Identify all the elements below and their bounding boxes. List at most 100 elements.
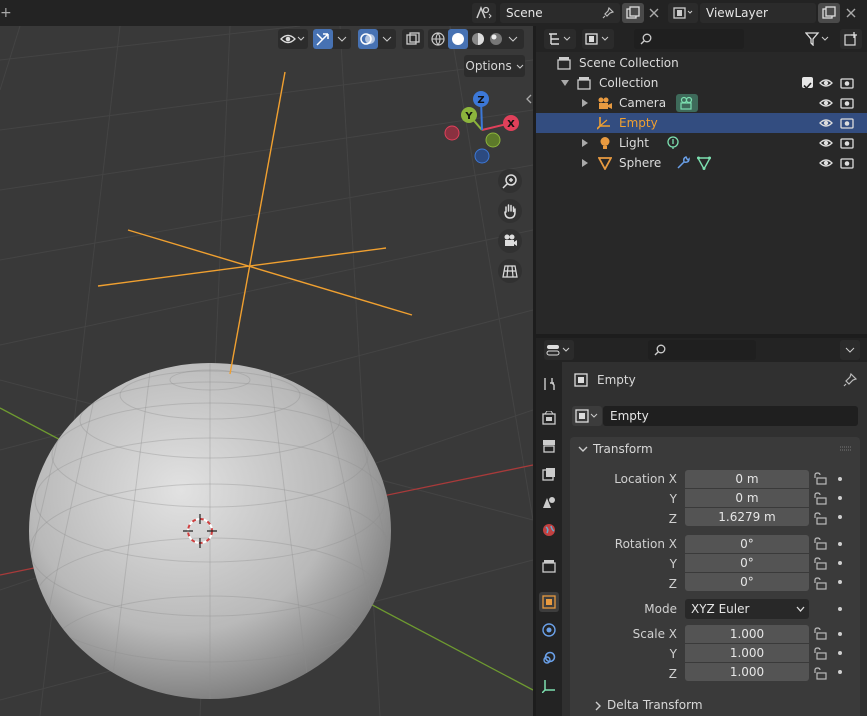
keyframe-dot[interactable] [838, 670, 842, 674]
rotation-z-field[interactable]: 0° [685, 573, 809, 591]
lock-icon[interactable] [813, 667, 827, 680]
visibility-menu[interactable] [278, 29, 308, 49]
eye-icon[interactable] [819, 156, 833, 170]
outliner-row-empty[interactable]: Empty [536, 113, 867, 133]
xray-toggle[interactable] [402, 29, 424, 49]
empty-object[interactable] [97, 71, 413, 375]
eye-icon[interactable] [819, 96, 833, 110]
expand-arrow-right-icon[interactable] [582, 159, 588, 167]
tab-world[interactable] [539, 520, 559, 540]
tab-view-layer[interactable] [539, 464, 559, 484]
outliner-row-collection[interactable]: Collection [536, 73, 867, 93]
render-camera-icon[interactable] [840, 116, 854, 130]
sidebar-toggle-arrow-icon[interactable] [525, 94, 533, 104]
lock-icon[interactable] [813, 537, 827, 550]
camera-data-icon[interactable] [676, 94, 698, 112]
outliner-row-light[interactable]: Light [536, 133, 867, 153]
keyframe-dot[interactable] [838, 542, 842, 546]
neg-y-axis-ball[interactable] [485, 132, 501, 148]
wireframe-shading-icon[interactable] [430, 32, 446, 46]
keyframe-dot[interactable] [838, 515, 842, 519]
eye-icon[interactable] [819, 116, 833, 130]
keyframe-dot[interactable] [838, 607, 842, 611]
render-camera-icon[interactable] [840, 76, 854, 90]
camera-view-button[interactable] [498, 229, 522, 253]
gizmo-toggle[interactable] [313, 29, 351, 49]
rotation-mode-dropdown[interactable]: XYZ Euler [685, 599, 809, 619]
ortho-toggle-button[interactable] [498, 259, 522, 283]
pin-icon[interactable] [600, 5, 616, 21]
outliner-search-input[interactable] [634, 29, 744, 49]
new-scene-button[interactable] [622, 3, 644, 23]
neg-z-axis-ball[interactable] [474, 148, 490, 164]
exclude-checkbox[interactable] [802, 77, 813, 90]
outliner-editor-type-button[interactable] [544, 29, 576, 49]
properties-search-input[interactable] [648, 340, 756, 360]
scale-z-field[interactable]: 1.000 [685, 663, 809, 681]
location-y-field[interactable]: 0 m [685, 489, 809, 507]
scene-browse-button[interactable] [472, 3, 496, 23]
tab-physics[interactable] [539, 620, 559, 640]
outliner-row-sphere[interactable]: Sphere [536, 153, 867, 173]
render-camera-icon[interactable] [840, 136, 854, 150]
keyframe-dot[interactable] [838, 496, 842, 500]
material-preview-shading-icon[interactable] [470, 32, 486, 46]
display-mode-button[interactable] [582, 29, 614, 49]
chevron-down-icon[interactable] [508, 35, 518, 43]
tab-constraints[interactable] [539, 648, 559, 668]
rotation-y-field[interactable]: 0° [685, 554, 809, 572]
keyframe-dot[interactable] [838, 651, 842, 655]
delete-scene-button[interactable] [646, 3, 662, 23]
expand-arrow-down-icon[interactable] [561, 80, 569, 86]
keyframe-dot[interactable] [838, 477, 842, 481]
outliner-row-scene-collection[interactable]: Scene Collection [536, 53, 867, 73]
drag-handle-icon[interactable] [840, 446, 852, 452]
rotation-x-field[interactable]: 0° [685, 535, 809, 553]
object-browse-button[interactable] [572, 406, 602, 426]
zoom-button[interactable] [498, 169, 522, 193]
scale-y-field[interactable]: 1.000 [685, 644, 809, 662]
filter-button[interactable] [802, 29, 834, 49]
lock-icon[interactable] [813, 492, 827, 505]
lock-icon[interactable] [813, 472, 827, 485]
location-x-field[interactable]: 0 m [685, 470, 809, 488]
location-z-field[interactable]: 1.6279 m [685, 508, 809, 526]
tab-render[interactable] [539, 408, 559, 428]
tab-output[interactable] [539, 436, 559, 456]
properties-editor-type-button[interactable] [544, 340, 574, 360]
expand-arrow-right-icon[interactable] [582, 139, 588, 147]
scale-x-field[interactable]: 1.000 [685, 625, 809, 643]
lock-icon[interactable] [813, 557, 827, 570]
3d-viewport[interactable]: Options X Y Z [0, 26, 533, 716]
pan-button[interactable] [498, 199, 522, 223]
transform-panel-header[interactable]: Transform [570, 437, 860, 461]
overlays-toggle[interactable] [358, 29, 396, 49]
pin-icon[interactable] [843, 373, 857, 387]
properties-options-button[interactable] [840, 340, 860, 360]
object-name-field[interactable]: Empty [603, 406, 858, 426]
eye-icon[interactable] [819, 136, 833, 150]
mesh-data-icon[interactable] [697, 156, 711, 170]
tab-scene[interactable] [539, 492, 559, 512]
new-collection-button[interactable] [840, 29, 862, 49]
lock-icon[interactable] [813, 647, 827, 660]
new-viewlayer-button[interactable] [818, 3, 840, 23]
rendered-shading-icon[interactable] [488, 32, 504, 46]
navigation-gizmo[interactable]: X Y Z [440, 90, 524, 168]
keyframe-dot[interactable] [838, 580, 842, 584]
lock-icon[interactable] [813, 512, 827, 525]
options-dropdown[interactable]: Options [464, 55, 525, 77]
modifier-wrench-icon[interactable] [676, 156, 690, 170]
light-data-icon[interactable] [666, 136, 680, 150]
tab-collection[interactable] [539, 556, 559, 576]
solid-shading-icon[interactable] [448, 29, 468, 49]
viewlayer-browse-button[interactable] [668, 3, 698, 23]
render-camera-icon[interactable] [840, 156, 854, 170]
neg-x-axis-ball[interactable] [444, 125, 460, 141]
render-camera-icon[interactable] [840, 96, 854, 110]
outliner-row-camera[interactable]: Camera [536, 93, 867, 113]
eye-icon[interactable] [819, 76, 833, 90]
tab-tool[interactable] [539, 374, 559, 394]
sphere-object[interactable] [29, 363, 391, 704]
keyframe-dot[interactable] [838, 632, 842, 636]
